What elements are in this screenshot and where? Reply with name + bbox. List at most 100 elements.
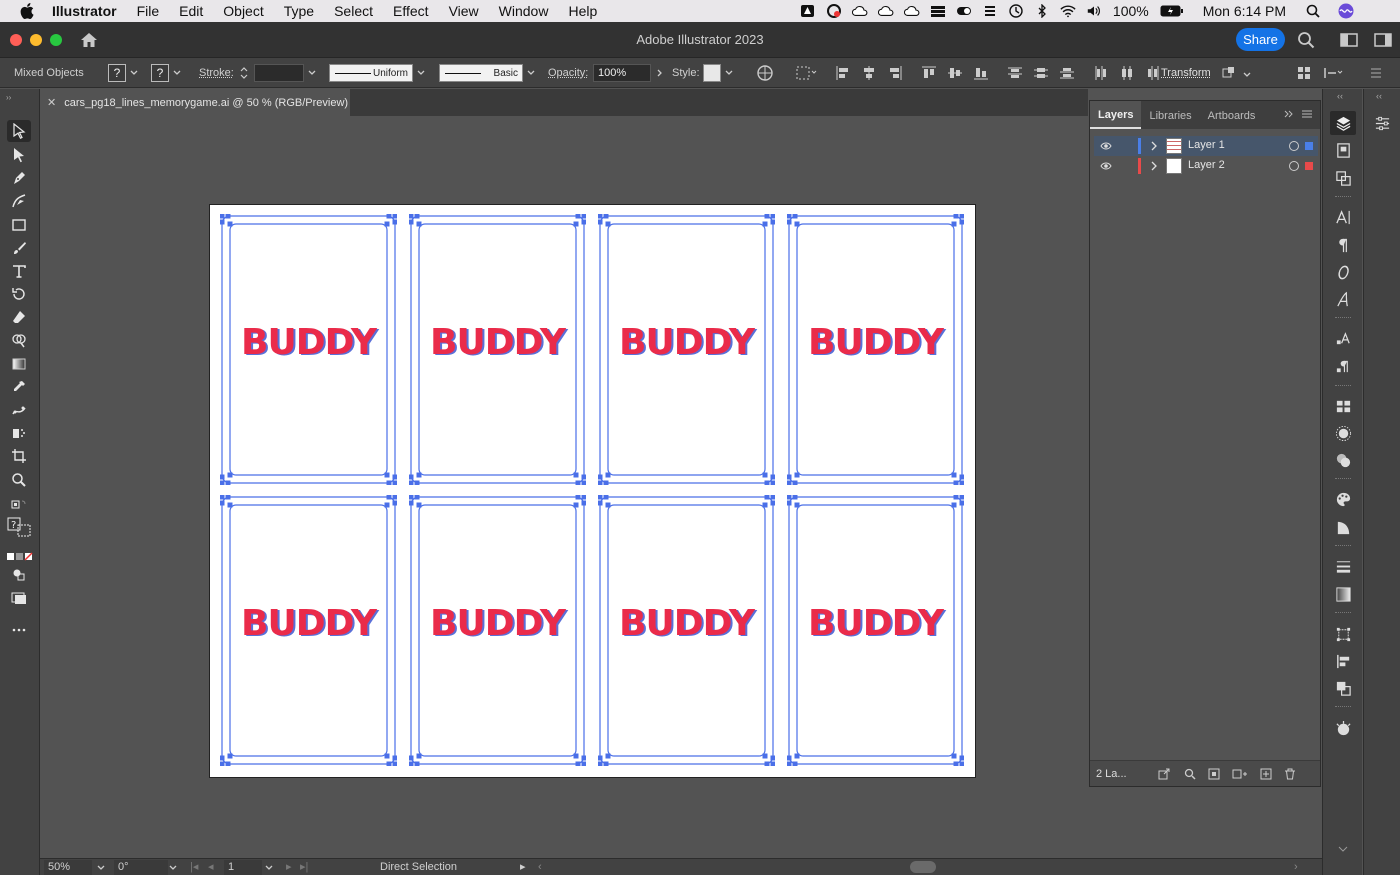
layers-panel-button[interactable] — [1330, 111, 1356, 135]
menu-select[interactable]: Select — [324, 0, 383, 22]
chevron-down-icon[interactable] — [172, 68, 182, 78]
card-word-buddy[interactable]: BUDDY — [409, 603, 586, 644]
close-window-button[interactable] — [10, 33, 22, 46]
minimize-window-button[interactable] — [30, 33, 42, 46]
drive-icon[interactable] — [800, 4, 816, 18]
expand-chevron-icon[interactable] — [1150, 160, 1158, 172]
canvas-area[interactable]: BUDDY BUDDY BUDDY BUDDY BUDDY BUDDY BUDDY BUDDY — [40, 116, 1088, 858]
drawing-mode-button[interactable] — [9, 565, 29, 585]
menu-window[interactable]: Window — [489, 0, 559, 22]
last-artboard-icon[interactable]: ▸| — [300, 860, 308, 875]
paragraph-panel-button[interactable] — [1334, 236, 1352, 254]
memory-card[interactable]: BUDDY — [409, 214, 586, 485]
dock-scroll-down-icon[interactable] — [1337, 845, 1349, 853]
color-panel-button[interactable] — [1334, 490, 1352, 508]
chevron-down-icon[interactable] — [264, 863, 274, 873]
brush-definition[interactable]: Basic — [439, 63, 536, 83]
artboard-tool[interactable] — [9, 446, 29, 466]
properties-panel-button[interactable] — [1373, 114, 1391, 132]
menu-app-illustrator[interactable]: Illustrator — [48, 0, 127, 22]
memory-card[interactable]: BUDDY — [787, 495, 964, 766]
new-sublayer-icon[interactable] — [1232, 768, 1248, 780]
rotation-field[interactable]: 0° — [114, 860, 168, 875]
share-button[interactable]: Share — [1236, 28, 1285, 51]
eraser-tool[interactable] — [9, 307, 29, 327]
scroll-left-icon[interactable]: ‹ — [538, 860, 542, 875]
curvature-tool[interactable] — [9, 191, 29, 211]
memory-card[interactable]: BUDDY — [787, 214, 964, 485]
cloud-icon[interactable] — [851, 4, 868, 18]
menu-edit[interactable]: Edit — [169, 0, 213, 22]
document-tab[interactable]: ✕ cars_pg18_lines_memorygame.ai @ 50 % (… — [40, 89, 350, 116]
expand-chevron-icon[interactable] — [1150, 140, 1158, 152]
memory-card[interactable]: BUDDY — [220, 495, 397, 766]
menu-view[interactable]: View — [439, 0, 489, 22]
locate-object-icon[interactable] — [1184, 768, 1196, 780]
tab-artboards[interactable]: Artboards — [1200, 103, 1264, 129]
distribute-bottom-icon[interactable] — [1060, 66, 1074, 80]
type-tool[interactable] — [9, 261, 29, 281]
menu-object[interactable]: Object — [213, 0, 273, 22]
chevron-down-icon[interactable] — [416, 68, 426, 78]
visibility-eye-icon[interactable] — [1100, 161, 1112, 171]
arrange-icon[interactable] — [1297, 63, 1311, 83]
align-right-icon[interactable] — [888, 66, 902, 80]
stepper-arrows-icon[interactable] — [238, 64, 250, 82]
layer-row-layer-2[interactable]: Layer 2 — [1094, 156, 1318, 176]
screen-mode-button[interactable] — [9, 588, 29, 608]
layer-name[interactable]: Layer 1 — [1188, 139, 1225, 151]
first-artboard-icon[interactable]: |◂ — [190, 860, 198, 875]
memory-card[interactable]: BUDDY — [409, 495, 586, 766]
glyphs-panel-button[interactable] — [1334, 290, 1352, 308]
eyedropper-tool[interactable] — [9, 377, 29, 397]
export-icon[interactable] — [1158, 768, 1170, 780]
memory-card[interactable]: BUDDY — [220, 214, 397, 485]
stroke-weight-input[interactable] — [254, 64, 304, 82]
new-layer-icon[interactable] — [1260, 768, 1272, 780]
opentype-panel-button[interactable] — [1334, 263, 1352, 281]
tab-libraries[interactable]: Libraries — [1141, 103, 1199, 129]
workspace-switcher-icon[interactable] — [1374, 31, 1392, 49]
card-word-buddy[interactable]: BUDDY — [598, 603, 775, 644]
visibility-eye-icon[interactable] — [1100, 141, 1112, 151]
align-bottom-icon[interactable] — [974, 66, 988, 80]
collapse-toolbar-icon[interactable]: ›› — [6, 93, 11, 102]
artboard[interactable]: BUDDY BUDDY BUDDY BUDDY BUDDY BUDDY BUDDY BUDDY — [210, 205, 975, 777]
fill-swatch[interactable]: ? — [108, 64, 126, 82]
menu-help[interactable]: Help — [558, 0, 607, 22]
libraries-panel-button[interactable] — [1334, 141, 1352, 159]
layer-row-layer-1[interactable]: Layer 1 — [1094, 136, 1318, 156]
card-word-buddy[interactable]: BUDDY — [598, 322, 775, 363]
gradient-panel-button[interactable] — [1334, 585, 1352, 603]
direct-selection-tool[interactable] — [9, 145, 29, 165]
distribute-top-icon[interactable] — [1008, 66, 1022, 80]
stroke-label[interactable]: Stroke: — [199, 63, 234, 83]
search-icon[interactable] — [1297, 31, 1315, 49]
symbols-panel-button[interactable] — [1334, 451, 1352, 469]
toggle-icon[interactable] — [956, 4, 972, 18]
zoom-window-button[interactable] — [50, 33, 62, 46]
stroke-profile-preview[interactable]: Uniform — [329, 64, 413, 82]
opacity-input[interactable]: 100% — [593, 64, 651, 82]
stroke-weight-stepper[interactable] — [238, 63, 317, 83]
chevron-down-icon[interactable] — [96, 863, 106, 873]
shape-builder-tool[interactable] — [9, 330, 29, 350]
clock[interactable]: Mon 6:14 PM — [1203, 3, 1286, 19]
gradient-tool[interactable] — [9, 354, 29, 374]
swatches-panel-button[interactable] — [1334, 397, 1352, 415]
home-icon[interactable] — [80, 32, 98, 48]
align-horizontal-center-icon[interactable] — [862, 66, 876, 80]
layer-selection-square[interactable] — [1305, 162, 1313, 170]
bluetooth-icon[interactable] — [1034, 4, 1050, 18]
collapse-dock-icon[interactable]: ‹‹ — [1337, 91, 1343, 101]
distribute-horizontal-center-icon[interactable] — [1120, 66, 1134, 80]
menu-type[interactable]: Type — [274, 0, 324, 22]
align-to-icon[interactable] — [796, 63, 818, 83]
status-menu-arrow-icon[interactable]: ▸ — [520, 860, 526, 875]
siri-icon[interactable] — [1338, 3, 1354, 19]
current-tool-label[interactable]: Direct Selection — [380, 860, 457, 875]
layer-target-circle[interactable] — [1289, 161, 1299, 171]
variable-width-profile[interactable]: Uniform — [329, 63, 426, 83]
card-word-buddy[interactable]: BUDDY — [787, 603, 964, 644]
card-word-buddy[interactable]: BUDDY — [220, 322, 397, 363]
